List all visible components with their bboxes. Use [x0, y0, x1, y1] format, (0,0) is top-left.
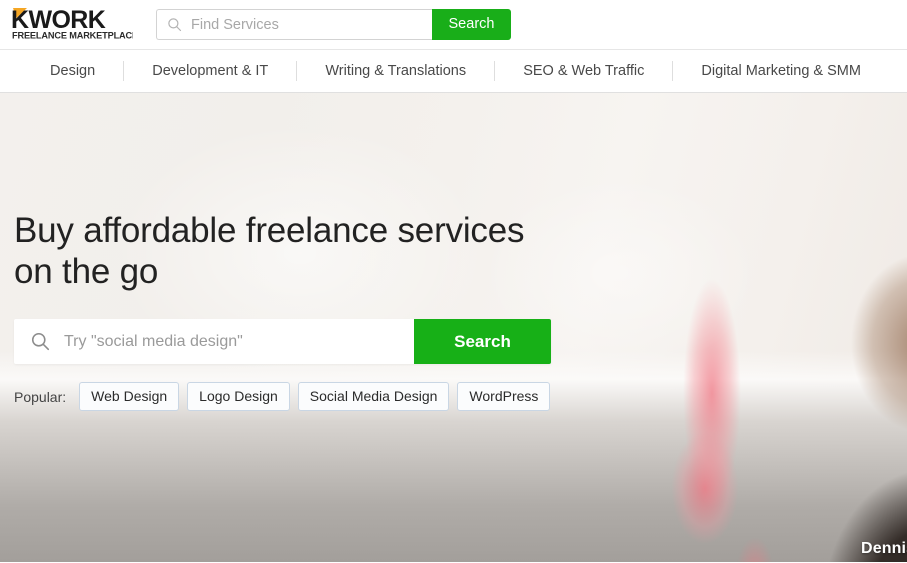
header-search-field[interactable]	[156, 9, 432, 40]
popular-tag-web-design[interactable]: Web Design	[79, 382, 180, 411]
popular-searches: Popular: Web Design Logo Design Social M…	[14, 382, 614, 411]
search-icon	[168, 18, 182, 32]
hero-search-input[interactable]	[64, 332, 414, 351]
hero-content: Buy affordable freelance services on the…	[14, 93, 614, 411]
hero-banner: Buy affordable freelance services on the…	[0, 93, 907, 562]
hero-search-field[interactable]	[14, 319, 414, 364]
nav-item-design[interactable]: Design	[22, 64, 123, 79]
nav-item-digital-marketing-smm[interactable]: Digital Marketing & SMM	[673, 64, 889, 79]
hero-title: Buy affordable freelance services on the…	[14, 93, 614, 292]
popular-label: Popular:	[14, 388, 67, 405]
hero-title-line-1: Buy affordable freelance services	[14, 211, 525, 250]
hero-title-line-2: on the go	[14, 252, 159, 291]
popular-tag-logo-design[interactable]: Logo Design	[187, 382, 290, 411]
header-search-bar: Search	[156, 9, 511, 40]
popular-tag-wordpress[interactable]: WordPress	[457, 382, 551, 411]
hero-credit-name: Dennis	[861, 540, 907, 557]
popular-tag-social-media-design[interactable]: Social Media Design	[297, 382, 450, 411]
site-header: KWORK FREELANCE MARKETPLACE Search	[0, 0, 907, 49]
kwork-logo-icon: KWORK FREELANCE MARKETPLACE	[11, 7, 133, 41]
svg-text:FREELANCE MARKETPLACE: FREELANCE MARKETPLACE	[12, 30, 133, 40]
hero-search-bar: Search	[14, 319, 551, 364]
category-nav: Design Development & IT Writing & Transl…	[0, 49, 907, 93]
category-nav-inner: Design Development & IT Writing & Transl…	[0, 61, 907, 81]
header-search-button[interactable]: Search	[432, 9, 511, 40]
search-icon	[31, 332, 50, 351]
nav-item-seo-web-traffic[interactable]: SEO & Web Traffic	[495, 64, 672, 79]
hero-search-button[interactable]: Search	[414, 319, 551, 364]
nav-item-writing-translations[interactable]: Writing & Translations	[297, 64, 494, 79]
site-logo[interactable]: KWORK FREELANCE MARKETPLACE	[11, 7, 133, 41]
nav-item-development-it[interactable]: Development & IT	[124, 64, 296, 79]
header-search-input[interactable]	[191, 16, 432, 33]
